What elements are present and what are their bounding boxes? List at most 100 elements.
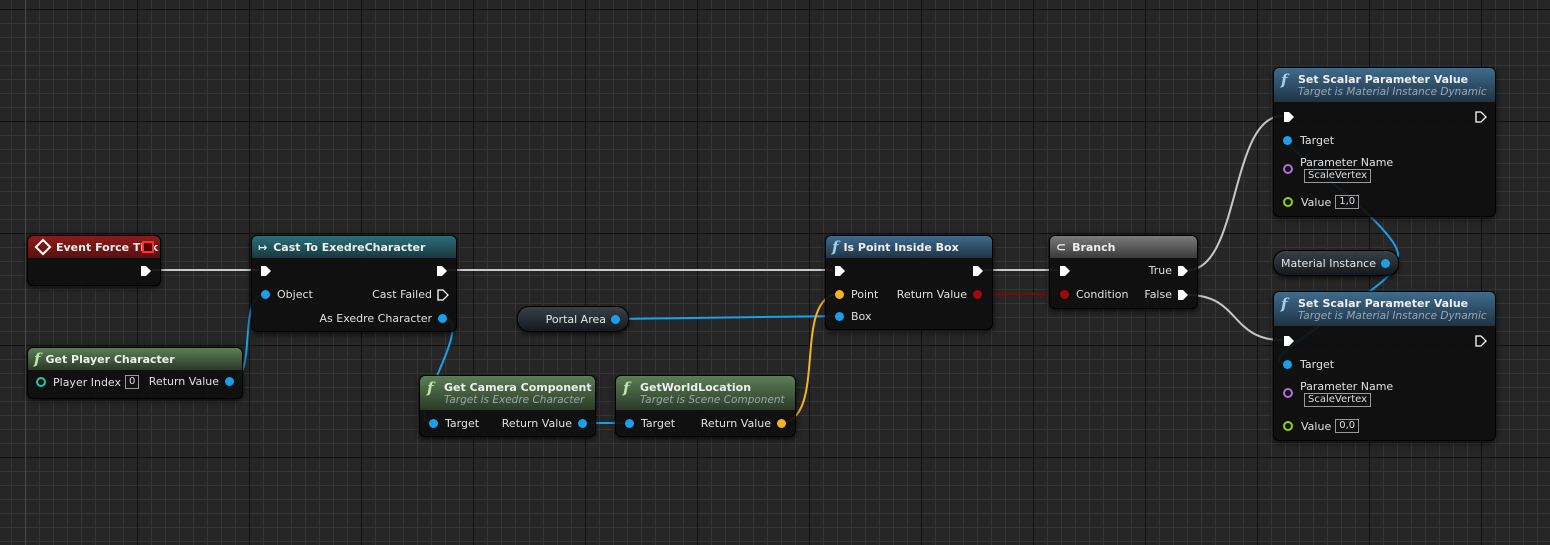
- float-pin-icon[interactable]: [1283, 197, 1293, 207]
- get-world-location-node[interactable]: f GetWorldLocation Target is Scene Compo…: [615, 375, 796, 437]
- function-icon: f: [427, 379, 434, 397]
- object-pin-icon[interactable]: [835, 312, 844, 321]
- node-title: Set Scalar Parameter Value: [1298, 72, 1469, 86]
- float-pin-icon[interactable]: [1283, 421, 1293, 431]
- pin-label: Cast Failed: [372, 288, 432, 301]
- object-pin-icon[interactable]: [225, 377, 234, 386]
- object-pin-icon[interactable]: [261, 290, 270, 299]
- pin-label: Value: [1301, 419, 1332, 433]
- parameter-name-pin-row: [1283, 388, 1301, 398]
- material-instance-variable-node[interactable]: Material Instance: [1273, 250, 1399, 276]
- pin-label: Object: [277, 288, 313, 301]
- exec-out-pin[interactable]: [1177, 289, 1189, 301]
- get-player-character-node[interactable]: f Get Player Character Player Index 0 Re…: [27, 347, 243, 399]
- branch-icon: ⊂: [1056, 240, 1067, 254]
- value-pin-row: Value 1,0: [1283, 195, 1360, 209]
- is-point-inside-box-node[interactable]: f Is Point Inside Box Point Return Value…: [825, 235, 993, 330]
- return-value-pin-row: Return Value: [502, 417, 587, 430]
- node-header: f Get Camera Component Target is Exedre …: [420, 376, 595, 410]
- exec-wire-true-to-set1: [1187, 115, 1283, 271]
- value-input[interactable]: 1,0: [1335, 195, 1360, 209]
- function-icon: f: [1281, 295, 1288, 313]
- set-scalar-parameter-value-node-2[interactable]: f Set Scalar Parameter Value Target is M…: [1273, 291, 1496, 441]
- cast-failed-pin-row: Cast Failed: [372, 288, 449, 301]
- node-header: f GetWorldLocation Target is Scene Compo…: [616, 376, 795, 410]
- object-pin-icon[interactable]: [625, 419, 634, 428]
- node-header: ⊂ Branch: [1050, 236, 1197, 258]
- true-pin-row: True: [1149, 264, 1189, 277]
- exec-in-pin[interactable]: [260, 265, 272, 277]
- exec-in-pin[interactable]: [1283, 335, 1295, 347]
- parameter-name-input[interactable]: ScaleVertex: [1304, 169, 1372, 183]
- name-pin-icon[interactable]: [1283, 164, 1293, 174]
- point-pin-row: Point: [835, 288, 878, 301]
- node-title: Get Camera Component: [444, 380, 592, 394]
- exec-in-pin[interactable]: [834, 265, 846, 277]
- node-header: Event Force Tick: [28, 236, 160, 258]
- return-value-pin-row: Return Value: [897, 288, 982, 301]
- value-input[interactable]: 0,0: [1335, 419, 1360, 433]
- node-header: ↦ Cast To ExedreCharacter: [252, 236, 456, 258]
- object-pin-icon[interactable]: [1381, 258, 1390, 268]
- variable-label: Portal Area: [545, 312, 606, 326]
- object-pin-icon[interactable]: [611, 314, 620, 324]
- target-pin-row: Target: [1283, 134, 1334, 147]
- pin-label: As Exedre Character: [319, 312, 432, 325]
- pin-label: Return Value: [501, 417, 572, 430]
- exec-out-pin[interactable]: [972, 265, 984, 277]
- node-subtitle: Target is Material Instance Dynamic: [1298, 309, 1487, 322]
- return-value-pin-row: Return Value: [149, 375, 234, 388]
- vector-pin-icon[interactable]: [777, 419, 786, 428]
- pin-label: Target: [1300, 134, 1335, 147]
- node-title: Is Point Inside Box: [843, 240, 959, 254]
- as-exedre-character-pin-row: As Exedre Character: [320, 312, 447, 325]
- vector-pin-icon[interactable]: [835, 290, 844, 299]
- stop-icon: [142, 241, 154, 253]
- pin-label: Player Index: [53, 375, 122, 389]
- parameter-name-input[interactable]: ScaleVertex: [1304, 393, 1372, 407]
- pin-label: Condition: [1076, 288, 1129, 301]
- branch-node[interactable]: ⊂ Branch True Condition False: [1049, 235, 1198, 309]
- value-pin-row: Value 0,0: [1283, 419, 1360, 433]
- get-camera-component-node[interactable]: f Get Camera Component Target is Exedre …: [419, 375, 596, 437]
- set-scalar-parameter-value-node-1[interactable]: f Set Scalar Parameter Value Target is M…: [1273, 67, 1496, 217]
- exec-out-pin[interactable]: [140, 265, 152, 277]
- node-subtitle: Target is Scene Component: [640, 393, 785, 406]
- condition-pin-row: Condition: [1060, 288, 1129, 301]
- player-index-pin-row: Player Index 0: [36, 375, 140, 389]
- int-pin-icon[interactable]: [36, 377, 46, 387]
- node-header: f Is Point Inside Box: [826, 236, 992, 258]
- node-header: f Set Scalar Parameter Value Target is M…: [1274, 292, 1495, 326]
- cast-to-exedre-character-node[interactable]: ↦ Cast To ExedreCharacter Object Cast Fa…: [251, 235, 457, 332]
- player-index-input[interactable]: 0: [125, 375, 140, 389]
- pin-label: Point: [851, 288, 879, 301]
- object-pin-icon[interactable]: [1283, 136, 1292, 145]
- object-pin-icon[interactable]: [1283, 360, 1292, 369]
- exec-out-pin[interactable]: [436, 265, 448, 277]
- pin-label: Target: [1300, 358, 1335, 371]
- exec-in-pin[interactable]: [1283, 111, 1295, 123]
- event-diamond-icon: [34, 238, 52, 256]
- false-pin-row: False: [1144, 288, 1189, 301]
- exec-out-pin-hollow[interactable]: [1475, 335, 1487, 347]
- node-title: Get Player Character: [45, 352, 175, 366]
- pin-label: False: [1144, 288, 1172, 301]
- name-pin-icon[interactable]: [1283, 388, 1293, 398]
- bool-pin-icon[interactable]: [973, 290, 982, 299]
- portal-area-variable-node[interactable]: Portal Area: [517, 306, 629, 332]
- exec-wire-false-to-set2: [1187, 294, 1283, 341]
- object-pin-icon[interactable]: [578, 419, 587, 428]
- exec-out-pin-hollow[interactable]: [1475, 111, 1487, 123]
- exec-out-pin[interactable]: [1177, 265, 1189, 277]
- function-icon: f: [34, 350, 41, 368]
- object-pin-icon[interactable]: [438, 314, 447, 323]
- exec-out-pin-hollow[interactable]: [437, 288, 449, 301]
- event-force-tick-node[interactable]: Event Force Tick: [27, 235, 161, 286]
- node-title: Set Scalar Parameter Value: [1298, 296, 1469, 310]
- bool-pin-icon[interactable]: [1060, 290, 1069, 299]
- graph-origin-line: [25, 0, 26, 545]
- object-pin-icon[interactable]: [429, 419, 438, 428]
- pin-label: Box: [851, 310, 872, 323]
- node-header: f Get Player Character: [28, 348, 242, 370]
- exec-in-pin[interactable]: [1059, 265, 1071, 277]
